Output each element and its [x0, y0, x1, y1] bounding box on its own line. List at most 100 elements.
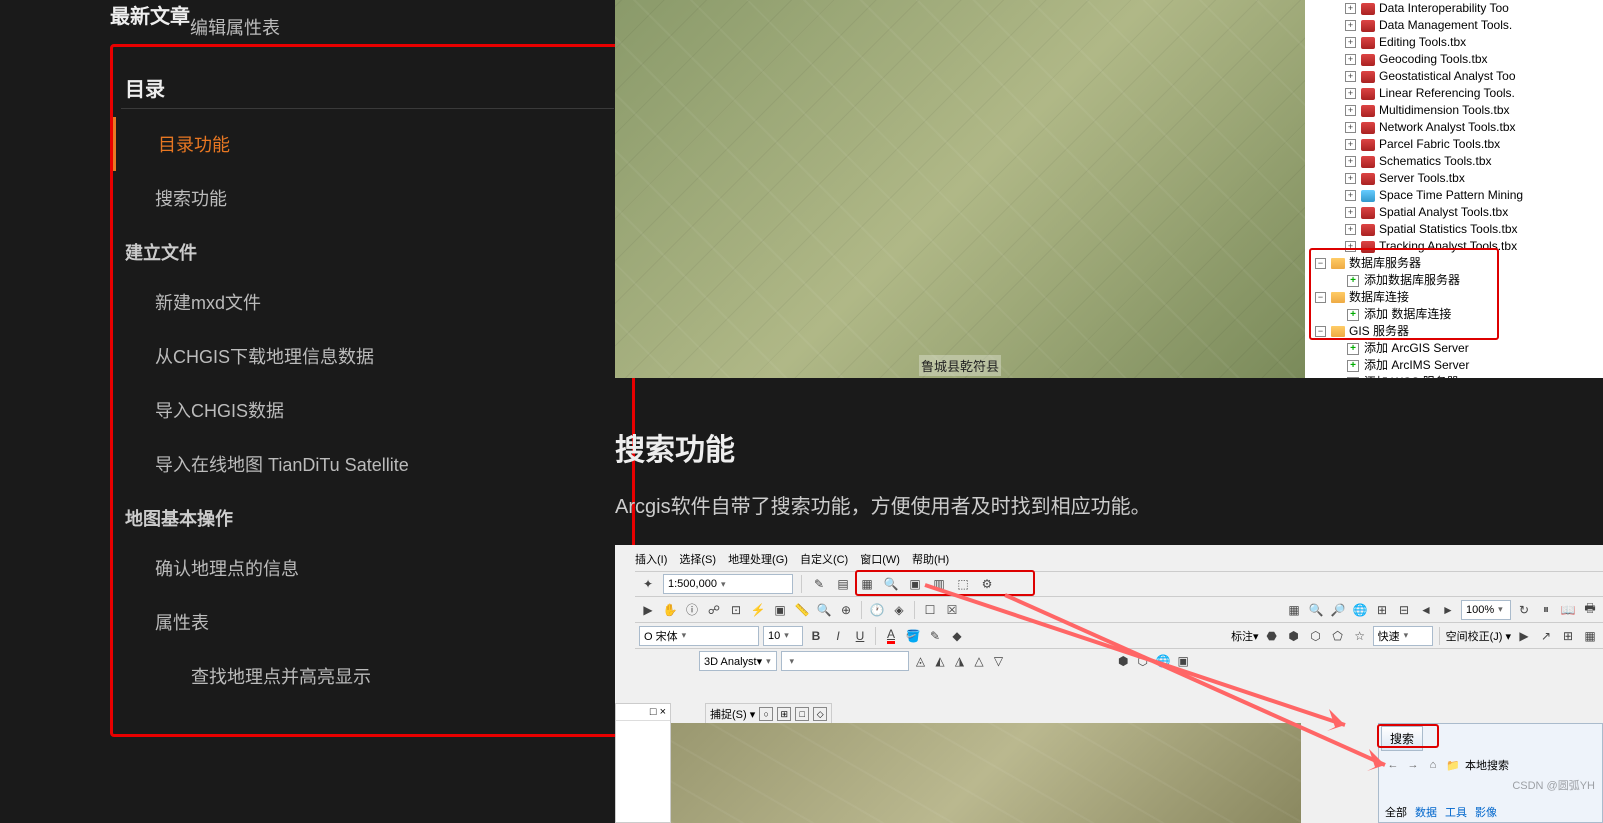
zoom-out-icon[interactable]: 🔎 [1329, 601, 1347, 619]
expand-icon[interactable]: + [1345, 37, 1356, 48]
zoom-in-icon[interactable]: 🔍 [1307, 601, 1325, 619]
tree-row-dbconn[interactable]: −数据库连接 [1305, 289, 1603, 306]
geo-icon1[interactable]: ⬢ [1116, 652, 1132, 670]
tree-row-add-dbserver[interactable]: +添加数据库服务器 [1305, 272, 1603, 289]
zoom-combo[interactable]: 100% [1461, 600, 1511, 620]
expand-icon[interactable]: + [1345, 190, 1356, 201]
refresh-icon[interactable]: ↻ [1515, 601, 1533, 619]
fill-color-icon[interactable]: 🪣 [904, 627, 922, 645]
tree-row-add-dbconn[interactable]: +添加 数据库连接 [1305, 306, 1603, 323]
expand-icon[interactable]: + [1345, 105, 1356, 116]
tree-row[interactable]: +Server Tools.tbx [1305, 170, 1603, 187]
tree-row[interactable]: +Network Analyst Tools.tbx [1305, 119, 1603, 136]
clear-selection-icon[interactable]: ☒ [943, 601, 961, 619]
label-icon3[interactable]: ⬡ [1307, 627, 1325, 645]
expand-icon[interactable]: + [1345, 54, 1356, 65]
tree-row-add-arcims[interactable]: +添加 ArcIMS Server [1305, 357, 1603, 374]
font-color-icon[interactable]: A [882, 627, 900, 645]
add-data-icon[interactable]: ✦ [639, 575, 657, 593]
catalog-icon[interactable]: ▦ [858, 575, 876, 593]
expand-icon[interactable]: + [1345, 173, 1356, 184]
expand-icon[interactable]: + [1345, 122, 1356, 133]
filter-data[interactable]: 数据 [1415, 804, 1437, 820]
collapse-icon[interactable]: − [1315, 326, 1326, 337]
next-extent-icon[interactable]: ► [1439, 601, 1457, 619]
snap-dropdown[interactable]: 捕捉(S) ▾ [710, 706, 755, 722]
expand-icon[interactable]: + [1345, 207, 1356, 218]
full-extent-icon[interactable]: 🌐 [1351, 601, 1369, 619]
globe-icon[interactable]: 🌐 [1155, 652, 1172, 670]
layout-icon[interactable]: ▦ [1285, 601, 1303, 619]
map-tips-icon[interactable]: ⊡ [727, 601, 745, 619]
label-icon2[interactable]: ⬢ [1285, 627, 1303, 645]
tree-row[interactable]: +Tracking Analyst Tools.tbx [1305, 238, 1603, 255]
forward-icon[interactable]: → [1405, 757, 1421, 773]
fontsize-combo[interactable]: 10 [763, 626, 803, 646]
link-icon[interactable]: ☍ [705, 601, 723, 619]
fixed-zoom-in-icon[interactable]: ⊞ [1373, 601, 1391, 619]
search-icon[interactable]: 🔍 [882, 575, 900, 593]
snap-end-icon[interactable]: ⊞ [777, 707, 791, 721]
tree-row[interactable]: +Space Time Pattern Mining [1305, 187, 1603, 204]
sa-link-icon[interactable]: ↗ [1537, 627, 1555, 645]
sa-edge-icon[interactable]: ⊞ [1559, 627, 1577, 645]
font-combo[interactable]: O 宋体 [639, 626, 759, 646]
tree-row-add-wcs[interactable]: +添加 WCS 服务器 [1305, 374, 1603, 378]
3d-icon4[interactable]: △ [971, 652, 987, 670]
3d-icon5[interactable]: ▽ [991, 652, 1007, 670]
find-icon[interactable]: 🔍 [815, 601, 833, 619]
3d-icon3[interactable]: ◮ [952, 652, 968, 670]
tree-row[interactable]: +Linear Referencing Tools. [1305, 85, 1603, 102]
toc-item-chgis-download[interactable]: 从CHGIS下载地理信息数据 [113, 329, 622, 383]
map-view-lower[interactable] [671, 723, 1301, 823]
toc-item-chgis-import[interactable]: 导入CHGIS数据 [113, 383, 622, 437]
tree-row[interactable]: +Multidimension Tools.tbx [1305, 102, 1603, 119]
label-dropdown[interactable]: 标注▾ [1231, 628, 1259, 644]
expand-icon[interactable]: + [1345, 241, 1356, 252]
geo-icon2[interactable]: ⬡ [1135, 652, 1151, 670]
underline-icon[interactable]: U [851, 627, 869, 645]
pointer-icon[interactable]: ▶ [639, 601, 657, 619]
label-icon4[interactable]: ⬠ [1329, 627, 1347, 645]
modelbuilder-icon[interactable]: ▥ [930, 575, 948, 593]
sa-pointer-icon[interactable]: ▶ [1515, 627, 1533, 645]
tree-row[interactable]: +Geostatistical Analyst Too [1305, 68, 1603, 85]
search-tab[interactable]: 搜索 [1381, 726, 1423, 751]
menu-geoprocess[interactable]: 地理处理(G) [728, 551, 788, 567]
line-color-icon[interactable]: ✎ [926, 627, 944, 645]
doc-pin-close[interactable]: □ × [616, 704, 670, 721]
tree-row[interactable]: +Parcel Fabric Tools.tbx [1305, 136, 1603, 153]
analyst3d-combo[interactable]: 3D Analyst▾ [699, 651, 777, 671]
toc-item-tianditu[interactable]: 导入在线地图 TianDiTu Satellite [113, 437, 622, 491]
back-icon[interactable]: ← [1385, 757, 1401, 773]
hyperlink-icon[interactable]: ⚡ [749, 601, 767, 619]
toc-h2-build[interactable]: 建立文件 [121, 225, 614, 275]
folder-icon[interactable]: 📁 [1445, 757, 1461, 773]
toc-item-attribute-table[interactable]: 属性表 [113, 595, 622, 649]
geo-icon3[interactable]: ▣ [1175, 652, 1191, 670]
snap-point-icon[interactable]: ○ [759, 707, 773, 721]
menu-select[interactable]: 选择(S) [679, 551, 716, 567]
time-slider-icon[interactable]: 🕐 [868, 601, 886, 619]
tree-row[interactable]: +Editing Tools.tbx [1305, 34, 1603, 51]
expand-icon[interactable]: + [1345, 71, 1356, 82]
arctoolbox-icon[interactable]: ⚙ [978, 575, 996, 593]
tree-row-dbserver[interactable]: −数据库服务器 [1305, 255, 1603, 272]
expand-icon[interactable]: + [1345, 224, 1356, 235]
toc-item-search[interactable]: 搜索功能 [113, 171, 622, 225]
filter-tools[interactable]: 工具 [1445, 804, 1467, 820]
menu-insert[interactable]: 插入(I) [635, 551, 667, 567]
label-icon1[interactable]: ⬣ [1263, 627, 1281, 645]
prev-extent-icon[interactable]: ◄ [1417, 601, 1435, 619]
bold-icon[interactable]: B [807, 627, 825, 645]
tree-row-add-arcgis[interactable]: +添加 ArcGIS Server [1305, 340, 1603, 357]
fixed-zoom-out-icon[interactable]: ⊟ [1395, 601, 1413, 619]
toc-icon[interactable]: ▤ [834, 575, 852, 593]
goto-xy-icon[interactable]: ⊕ [837, 601, 855, 619]
book-icon[interactable]: 📖 [1559, 601, 1577, 619]
pan-icon[interactable]: ✋ [661, 601, 679, 619]
results-icon[interactable]: ⬚ [954, 575, 972, 593]
toc-item-find-highlight[interactable]: 查找地理点并高亮显示 [113, 649, 622, 703]
sa-attr-icon[interactable]: ▦ [1581, 627, 1599, 645]
label-icon5[interactable]: ☆ [1351, 627, 1369, 645]
